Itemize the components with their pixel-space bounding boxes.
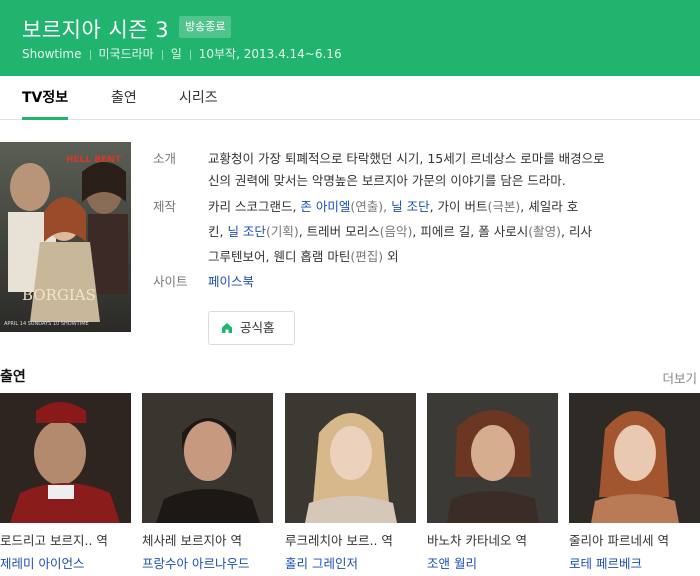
credit-text: (극본): [487, 199, 521, 214]
intro-label: 소개: [153, 151, 177, 166]
intro-line-2: 신의 권력에 맞서는 악명높은 보르지아 가문의 이야기를 담은 드라마.: [208, 173, 566, 188]
site-link-facebook[interactable]: 페이스북: [208, 269, 678, 295]
cast-actor[interactable]: 제레미 아이언스: [0, 553, 135, 572]
credit-text: (음악): [379, 224, 413, 239]
credit-text: 외: [383, 249, 399, 264]
credit-link[interactable]: 닐 조단: [391, 199, 429, 214]
poster-title: BORGIAS: [22, 286, 96, 304]
cast-card[interactable]: 바노차 카타네오 역 조앤 월리: [427, 393, 558, 571]
credit-text: , 트레버 모리스: [298, 224, 380, 239]
cast-photo[interactable]: [427, 393, 558, 523]
credit-link[interactable]: 닐 조단: [227, 224, 265, 239]
cast-role: 바노차 카타네오 역: [427, 533, 527, 548]
meta-day: 일: [170, 47, 182, 61]
cast-actor[interactable]: 로테 페르베크: [569, 553, 700, 572]
credit-text: , 가이 버트: [429, 199, 488, 214]
official-home-button[interactable]: 공식홈: [208, 311, 295, 345]
official-home-label: 공식홈: [240, 320, 275, 335]
tab-series[interactable]: 시리즈: [179, 76, 218, 120]
cast-card[interactable]: 체사레 보르지아 역 프랑수아 아르나우드: [142, 393, 273, 571]
page-title: 보르지아 시즌 3: [22, 18, 170, 42]
cast-photo[interactable]: [142, 393, 273, 523]
cast-actor[interactable]: 조앤 월리: [427, 553, 562, 572]
credit-text: (편집): [350, 249, 384, 264]
cast-photo[interactable]: [0, 393, 131, 523]
credit-text: 그루텐보어, 웬디 홉램 마틴: [208, 249, 351, 264]
cast-card[interactable]: 로드리고 보르지.. 역 제레미 아이언스: [0, 393, 131, 571]
tab-cast[interactable]: 출연: [111, 76, 137, 120]
production-line-1: 카리 스코그랜드, 존 아미엘(연출), 닐 조단, 가이 버트(극본), 셰일…: [208, 194, 678, 220]
production-line-2: 킨, 닐 조단(기획), 트레버 모리스(음악), 피에르 길, 폴 사로시(촬…: [208, 219, 678, 245]
cast-card[interactable]: 루크레치아 보르.. 역 홀리 그레인저: [285, 393, 416, 571]
meta-genre: 미국드라마: [98, 47, 154, 61]
cast-role: 로드리고 보르지.. 역: [0, 533, 108, 548]
site-label: 사이트: [153, 274, 188, 289]
credit-text: , 리사: [561, 224, 592, 239]
cast-photo[interactable]: [285, 393, 416, 523]
production-line-3: 그루텐보어, 웬디 홉램 마틴(편집) 외: [208, 244, 678, 270]
cast-actor[interactable]: 홀리 그레인저: [285, 553, 420, 572]
cast-photo[interactable]: [569, 393, 700, 523]
credit-link[interactable]: 존 아미엘: [300, 199, 350, 214]
poster-caption-bottom: APRIL 14 SUNDAYS 10 SHOWTIME: [4, 321, 89, 327]
credit-text: 카리 스코그랜드,: [208, 199, 301, 214]
status-badge: 방송종료: [179, 16, 232, 38]
meta-episodes: 10부작, 2013.4.14~6.16: [198, 47, 342, 61]
credit-text: (기획): [265, 224, 299, 239]
cast-actor[interactable]: 프랑수아 아르나우드: [142, 553, 277, 572]
cast-role: 루크레치아 보르.. 역: [285, 533, 393, 548]
meta-network[interactable]: Showtime: [22, 47, 82, 61]
tab-bar: TV정보 출연 시리즈: [0, 76, 700, 120]
cast-heading: 출연: [0, 369, 26, 385]
header: 보르지아 시즌 3 방송종료 Showtime 미국드라마 일 10부작, 2013.…: [0, 0, 700, 76]
credit-text: (촬영): [528, 224, 561, 239]
tab-tv-info[interactable]: TV정보: [22, 76, 69, 120]
poster-image[interactable]: HELL BENT BORGIAS APRIL 14 SUNDAYS 10 SH…: [0, 142, 131, 332]
poster-caption-top: HELL BENT: [66, 155, 122, 165]
credit-text: 킨,: [208, 224, 228, 239]
cast-role: 줄리아 파르네세 역: [569, 533, 669, 548]
more-link[interactable]: 더보기: [662, 368, 697, 387]
credit-text: , 피에르 길, 폴 사로시: [412, 224, 529, 239]
cast-role: 체사레 보르지아 역: [142, 533, 242, 548]
credit-text: , 셰일라 호: [520, 199, 579, 214]
home-icon: [222, 323, 232, 333]
cast-card[interactable]: 줄리아 파르네세 역 로테 페르베크: [569, 393, 700, 571]
production-label: 제작: [153, 199, 177, 214]
meta-line: Showtime 미국드라마 일 10부작, 2013.4.14~6.16: [22, 45, 342, 62]
credit-text: (연출),: [350, 199, 392, 214]
